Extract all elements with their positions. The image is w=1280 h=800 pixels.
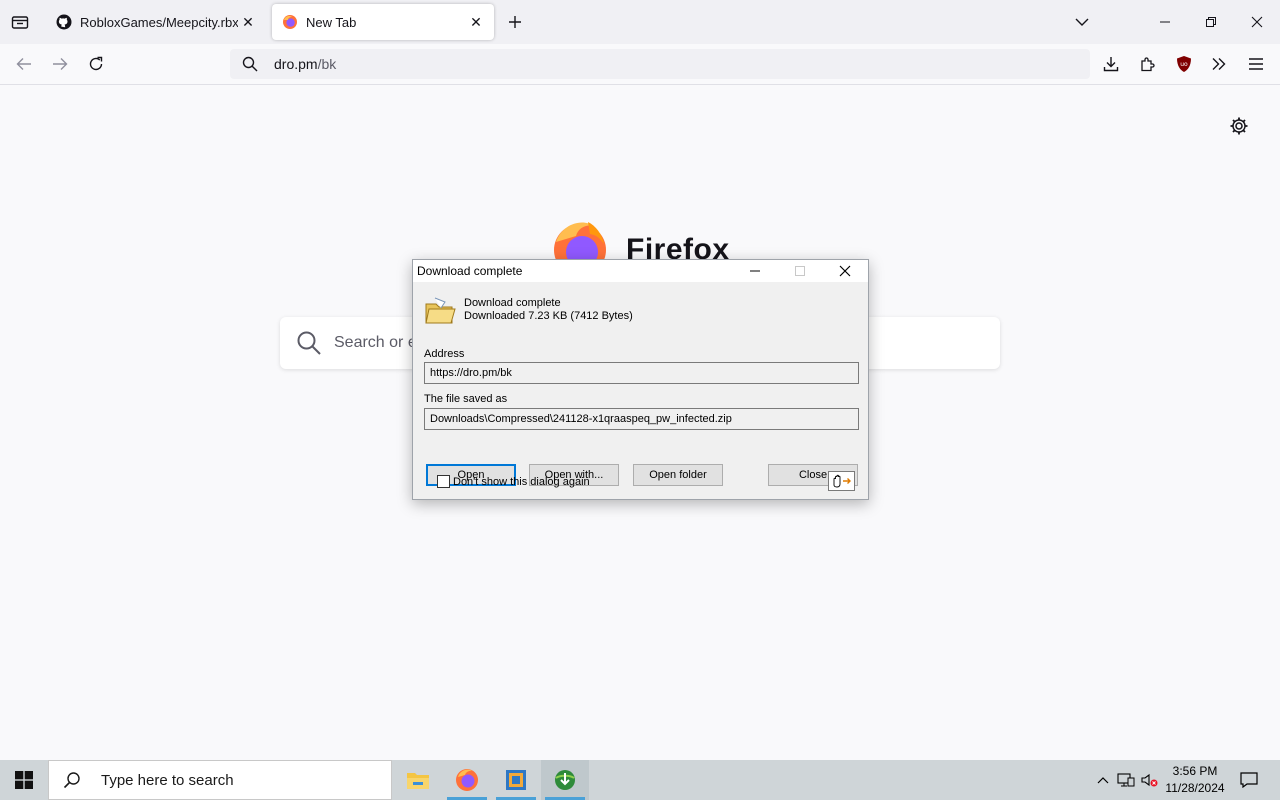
tab-bar: RobloxGames/Meepcity.rbxl at ✕ New Tab ✕	[0, 0, 1280, 44]
app-menu-button[interactable]	[1242, 50, 1270, 78]
firefox-icon	[282, 14, 298, 30]
download-icon	[1103, 57, 1119, 72]
firefox-view-icon	[11, 16, 29, 29]
virtualbox-icon	[506, 770, 526, 790]
dialog-heading: Download complete	[464, 297, 561, 309]
forward-button[interactable]	[46, 50, 74, 78]
arrow-right-icon	[53, 58, 68, 70]
search-icon	[240, 54, 260, 74]
volume-button[interactable]	[1140, 760, 1160, 800]
clock-time: 3:56 PM	[1172, 764, 1218, 778]
close-icon	[1251, 16, 1263, 28]
plus-icon	[509, 16, 521, 28]
close-window-button[interactable]	[1234, 0, 1280, 44]
dont-show-again-checkbox[interactable]	[437, 475, 450, 488]
firefox-view-button[interactable]	[8, 10, 32, 34]
tab-robloxgames[interactable]: RobloxGames/Meepcity.rbxl at ✕	[46, 4, 266, 40]
downloads-button[interactable]	[1097, 50, 1125, 78]
dialog-body: Download complete Downloaded 7.23 KB (74…	[413, 282, 868, 499]
taskbar-download-manager[interactable]	[541, 760, 589, 800]
taskbar-virtualbox[interactable]	[492, 760, 540, 800]
minimize-icon	[1160, 21, 1170, 23]
network-status-button[interactable]	[1116, 760, 1136, 800]
open-folder-button[interactable]: Open folder	[633, 464, 723, 486]
dont-show-again-label[interactable]: Don't show this dialog again	[453, 476, 590, 488]
dialog-maximize-button	[780, 260, 820, 282]
new-tab-button[interactable]	[503, 10, 527, 34]
saved-as-label: The file saved as	[424, 393, 508, 405]
address-label: Address	[424, 348, 465, 360]
open-folder-icon	[423, 294, 457, 328]
search-icon	[63, 772, 80, 789]
minimize-icon	[750, 270, 760, 272]
tab-new-tab[interactable]: New Tab ✕	[272, 4, 494, 40]
taskbar-search-placeholder: Type here to search	[101, 771, 234, 789]
tab-title: New Tab	[306, 14, 357, 30]
clock-date: 11/28/2024	[1165, 781, 1225, 795]
back-button[interactable]	[10, 50, 38, 78]
action-center-button[interactable]	[1234, 760, 1264, 800]
file-explorer-icon	[407, 773, 429, 789]
extensions-button[interactable]	[1134, 50, 1162, 78]
address-field[interactable]: https://dro.pm/bk	[424, 362, 859, 384]
arrow-left-icon	[16, 58, 31, 70]
maximize-icon	[795, 266, 805, 276]
list-all-tabs-button[interactable]	[1070, 10, 1094, 34]
download-complete-dialog: Download complete Download complete Down…	[412, 259, 869, 500]
saved-as-field[interactable]: Downloads\Compressed\241128-x1qraaspeq_p…	[424, 408, 859, 430]
taskbar-clock[interactable]: 3:56 PM 11/28/2024	[1162, 763, 1228, 797]
reload-icon	[89, 56, 103, 71]
close-tab-icon[interactable]: ✕	[238, 12, 258, 32]
reload-button[interactable]	[82, 50, 110, 78]
taskbar-search-box[interactable]: Type here to search	[48, 760, 392, 800]
minimize-window-button[interactable]	[1142, 0, 1188, 44]
dialog-minimize-button[interactable]	[735, 260, 775, 282]
chevron-up-icon	[1097, 777, 1109, 784]
taskbar-file-explorer[interactable]	[394, 760, 442, 800]
gear-icon	[1230, 117, 1248, 135]
restore-window-button[interactable]	[1188, 0, 1234, 44]
search-icon	[297, 331, 321, 355]
chevron-down-icon	[1075, 18, 1089, 26]
url-bar[interactable]: dro.pm/bk	[230, 49, 1090, 79]
personalize-settings-button[interactable]	[1228, 115, 1250, 137]
hamburger-menu-icon	[1249, 58, 1263, 70]
download-manager-icon	[555, 770, 575, 790]
close-tab-icon[interactable]: ✕	[466, 12, 486, 32]
download-size-text: Downloaded 7.23 KB (7412 Bytes)	[464, 310, 633, 322]
more-tools-button[interactable]	[1205, 50, 1233, 78]
svg-text:uo: uo	[1180, 61, 1188, 68]
dialog-title: Download complete	[417, 264, 523, 278]
taskbar-firefox[interactable]	[443, 760, 491, 800]
start-button[interactable]	[0, 760, 48, 800]
volume-muted-icon	[1141, 773, 1158, 787]
dialog-titlebar[interactable]: Download complete	[413, 260, 868, 282]
navigation-toolbar: dro.pm/bk uo	[0, 44, 1280, 85]
firefox-icon	[456, 769, 478, 791]
ublock-shield-icon: uo	[1177, 56, 1191, 72]
ublock-origin-button[interactable]: uo	[1170, 50, 1198, 78]
windows-logo-icon	[15, 771, 33, 789]
restore-icon	[1206, 17, 1216, 27]
tab-title: RobloxGames/Meepcity.rbxl at	[80, 14, 238, 30]
drag-handle-button[interactable]	[828, 471, 855, 491]
windows-taskbar: Type here to search 3:56 PM 11/28/2024	[0, 760, 1280, 800]
notification-icon	[1240, 772, 1258, 788]
github-icon	[56, 14, 72, 30]
dialog-close-button[interactable]	[825, 260, 865, 282]
double-chevron-right-icon	[1212, 58, 1226, 70]
show-hidden-icons-button[interactable]	[1094, 760, 1112, 800]
network-icon	[1117, 773, 1135, 787]
puzzle-icon	[1141, 57, 1155, 72]
close-icon	[839, 265, 851, 277]
url-text: dro.pm/bk	[274, 56, 337, 72]
hand-arrow-icon	[833, 474, 851, 488]
